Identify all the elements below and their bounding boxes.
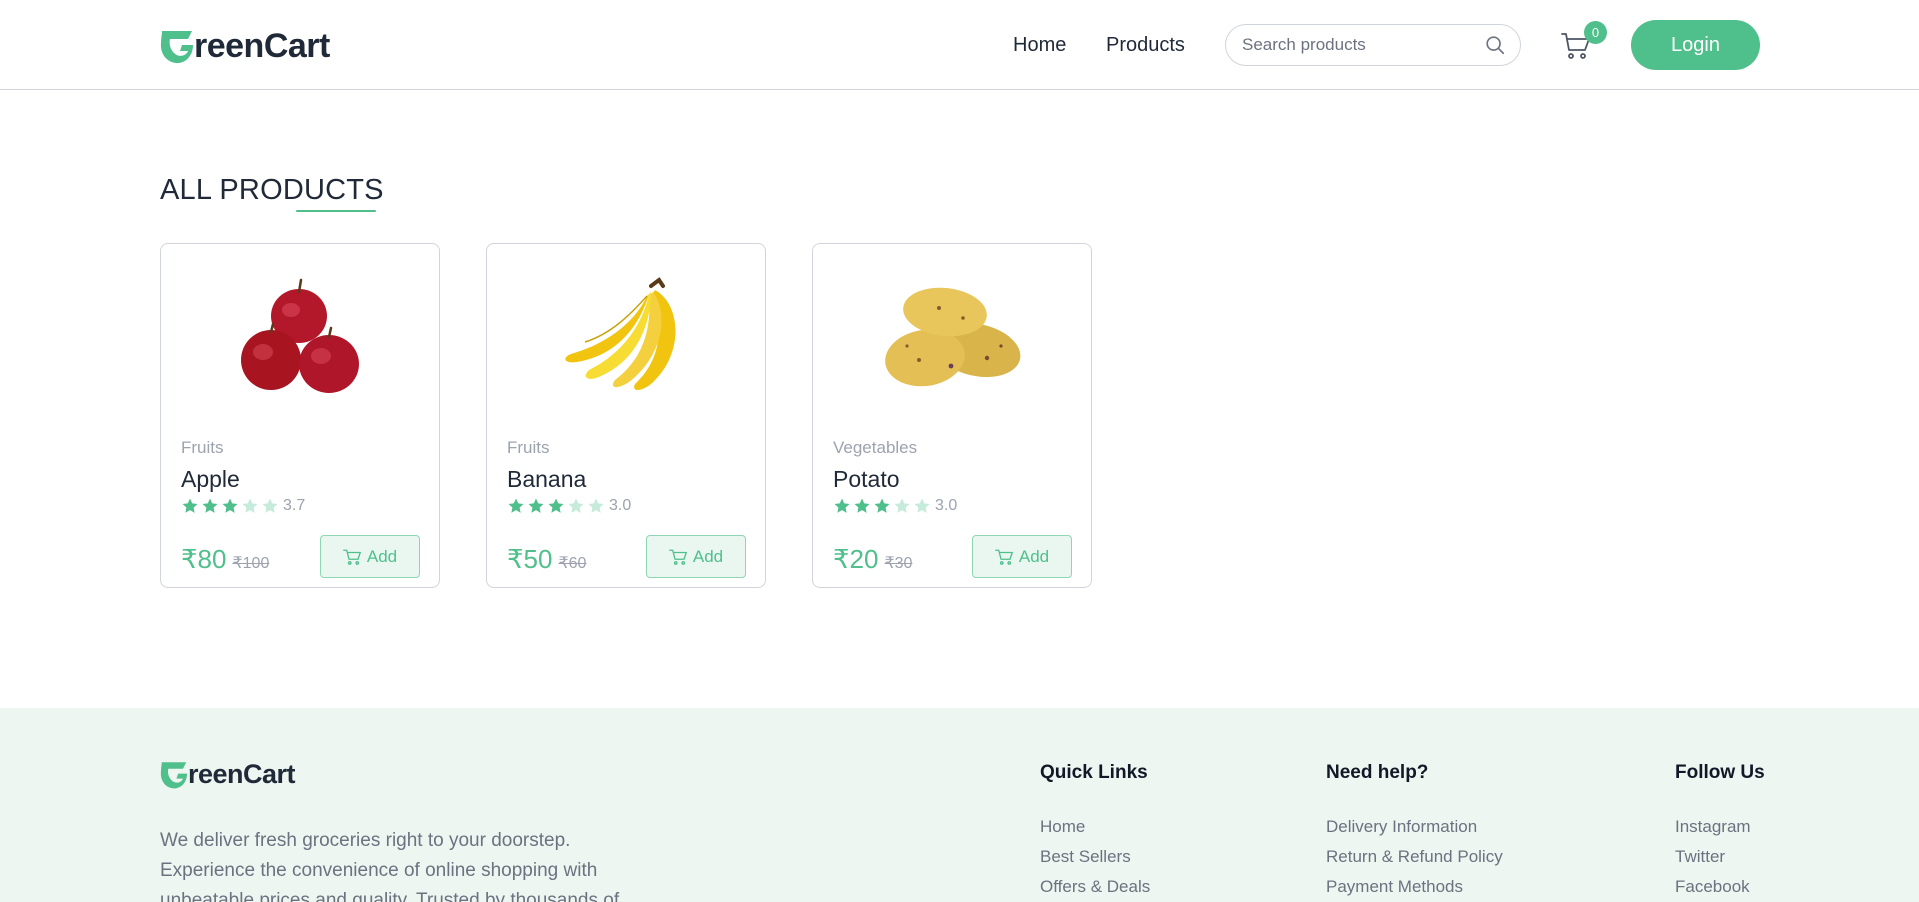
footer-column-title: Quick Links: [1040, 762, 1148, 783]
add-button-label: Add: [366, 546, 398, 566]
star-empty-icon: [588, 498, 604, 513]
footer-link-delivery-info[interactable]: Delivery Information: [1326, 812, 1503, 842]
add-to-cart-button[interactable]: Add: [320, 535, 420, 578]
add-button-label: Add: [692, 546, 724, 566]
footer-link-facebook[interactable]: Facebook: [1675, 872, 1765, 902]
product-rating: 3.0: [507, 497, 631, 515]
product-image[interactable]: [487, 274, 765, 404]
star-filled-icon: [222, 498, 238, 513]
product-image[interactable]: [813, 274, 1091, 404]
logo-text: reenCart: [188, 758, 296, 789]
product-card-banana[interactable]: Fruits Banana 3.0 ₹50 ₹60 Add: [486, 243, 766, 588]
star-filled-icon: [874, 498, 890, 513]
product-card-apple[interactable]: Fruits Apple 3.7 ₹80 ₹100 Add: [160, 243, 440, 588]
footer-column-follow-us: Follow Us Instagram Twitter Facebook: [1675, 762, 1765, 902]
footer-link-twitter[interactable]: Twitter: [1675, 842, 1765, 872]
product-name[interactable]: Apple: [181, 466, 240, 493]
star-empty-icon: [914, 498, 930, 513]
section-title: ALL PRODUCTS: [160, 174, 384, 206]
rating-value: 3.7: [283, 497, 306, 514]
footer-logo[interactable]: reenCart: [160, 758, 296, 790]
potato-image: [885, 287, 1021, 387]
price-row: ₹20 ₹30: [833, 544, 912, 575]
star-empty-icon: [262, 498, 278, 513]
banana-image: [565, 277, 676, 390]
footer-column-quick-links: Quick Links Home Best Sellers Offers & D…: [1040, 762, 1150, 902]
footer-link-home[interactable]: Home: [1040, 812, 1150, 842]
price-row: ₹50 ₹60: [507, 544, 586, 575]
footer-link-offers-deals[interactable]: Offers & Deals: [1040, 872, 1150, 902]
add-button-label: Add: [1018, 546, 1050, 566]
star-empty-icon: [568, 498, 584, 513]
star-filled-icon: [548, 498, 564, 513]
star-filled-icon: [202, 498, 218, 513]
footer: reenCart We deliver fresh groceries righ…: [0, 708, 1919, 902]
search-icon[interactable]: [1484, 34, 1506, 56]
product-rating: 3.0: [833, 497, 957, 515]
logo[interactable]: reenCart: [160, 26, 330, 66]
footer-link-instagram[interactable]: Instagram: [1675, 812, 1765, 842]
star-filled-icon: [508, 498, 524, 513]
cart-icon: [994, 549, 1013, 565]
product-category: Fruits: [181, 438, 224, 457]
nav-products[interactable]: Products: [1106, 34, 1185, 57]
add-to-cart-button[interactable]: Add: [972, 535, 1072, 578]
star-filled-icon: [528, 498, 544, 513]
star-filled-icon: [182, 498, 198, 513]
footer-link-best-sellers[interactable]: Best Sellers: [1040, 842, 1150, 872]
rating-value: 3.0: [609, 497, 632, 514]
logo-g-icon: [160, 761, 188, 788]
search-input[interactable]: [1242, 35, 1484, 55]
product-category: Fruits: [507, 438, 550, 457]
header: reenCart Home Products 0 Login: [0, 0, 1919, 90]
rating-value: 3.0: [935, 497, 958, 514]
nav-home[interactable]: Home: [1013, 34, 1066, 57]
product-price: ₹50: [507, 544, 553, 574]
cart-count-badge: 0: [1584, 21, 1607, 44]
product-mrp: ₹30: [884, 555, 913, 572]
star-empty-icon: [894, 498, 910, 513]
login-button[interactable]: Login: [1631, 20, 1760, 70]
product-mrp: ₹60: [558, 555, 587, 572]
footer-column-title: Follow Us: [1675, 762, 1765, 783]
logo-text: reenCart: [194, 26, 330, 65]
product-mrp: ₹100: [232, 555, 270, 572]
title-underline: [296, 210, 376, 212]
footer-description: We deliver fresh groceries right to your…: [160, 830, 620, 902]
product-image[interactable]: [161, 274, 439, 404]
price-row: ₹80 ₹100: [181, 544, 269, 575]
footer-column-need-help: Need help? Delivery Information Return &…: [1326, 762, 1503, 902]
product-name[interactable]: Potato: [833, 466, 900, 493]
star-filled-icon: [834, 498, 850, 513]
product-price: ₹80: [181, 544, 227, 574]
add-to-cart-button[interactable]: Add: [646, 535, 746, 578]
star-filled-icon: [854, 498, 870, 513]
footer-link-payment-methods[interactable]: Payment Methods: [1326, 872, 1503, 902]
product-rating: 3.7: [181, 497, 305, 515]
product-price: ₹20: [833, 544, 879, 574]
logo-g-icon: [160, 31, 193, 64]
cart-icon: [342, 549, 361, 565]
star-empty-icon: [242, 498, 258, 513]
apple-image: [241, 278, 359, 393]
search-bar: [1225, 24, 1521, 66]
product-card-potato[interactable]: Vegetables Potato 3.0 ₹20 ₹30 Add: [812, 243, 1092, 588]
footer-column-title: Need help?: [1326, 762, 1429, 783]
product-name[interactable]: Banana: [507, 466, 586, 493]
cart-icon: [668, 549, 687, 565]
footer-link-return-policy[interactable]: Return & Refund Policy: [1326, 842, 1503, 872]
product-category: Vegetables: [833, 438, 918, 457]
